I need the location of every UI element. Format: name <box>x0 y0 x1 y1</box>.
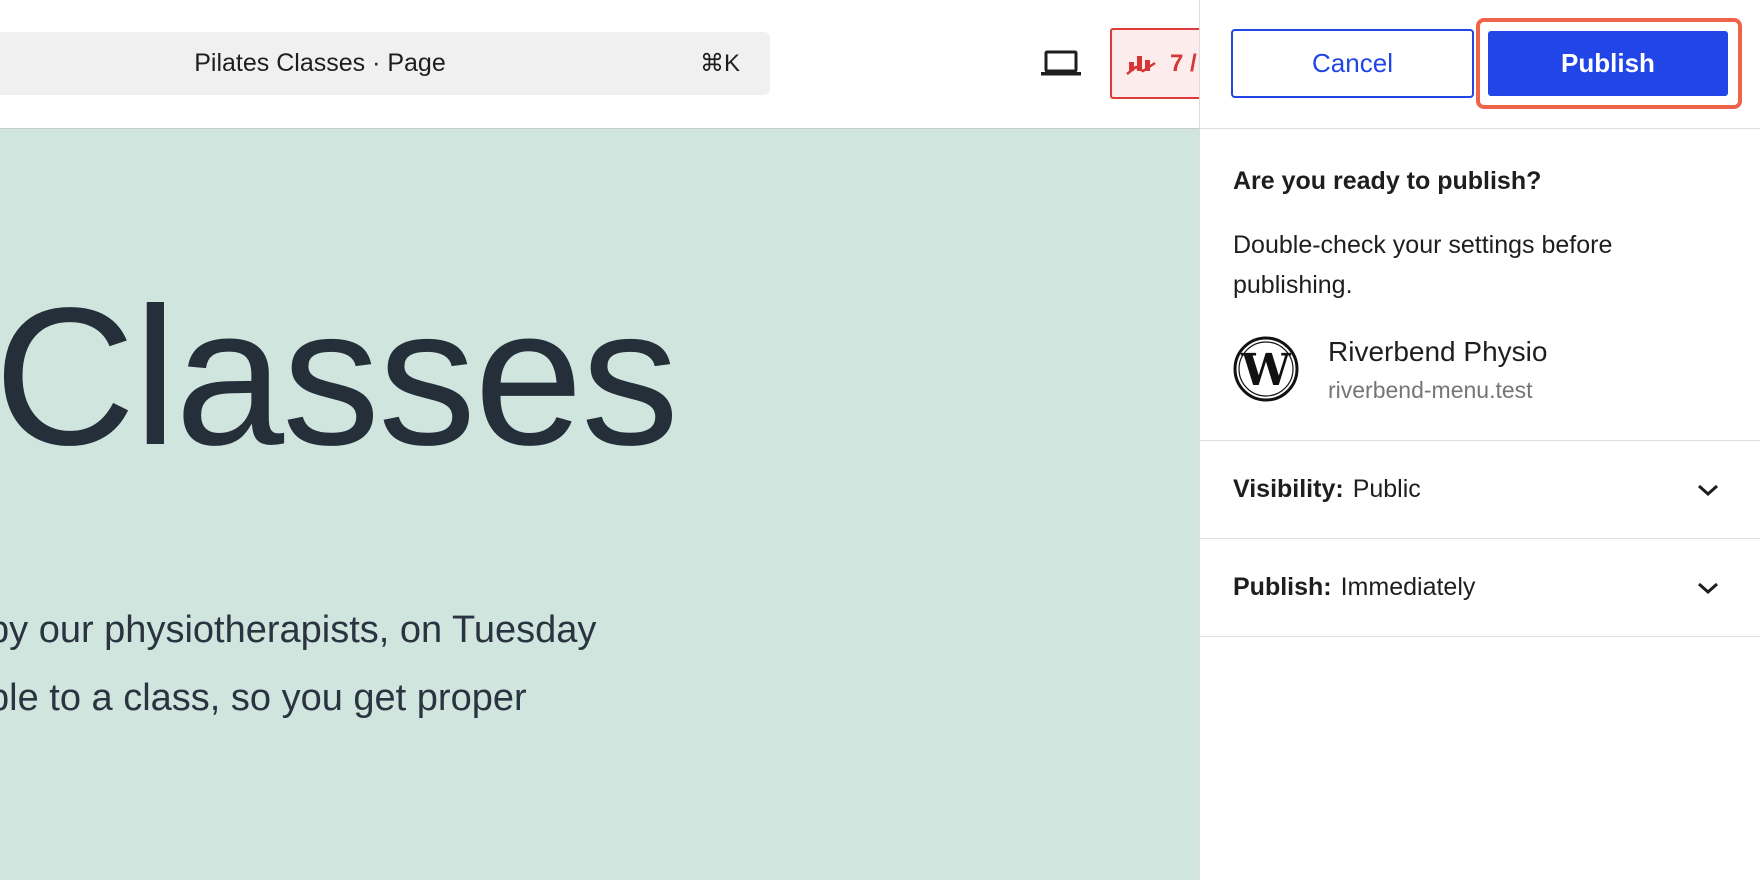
editor-top-bar: Pilates Classes · Page ⌘K 7 / <box>0 0 1210 129</box>
document-title: Pilates Classes · Page <box>194 49 446 77</box>
publish-button[interactable]: Publish <box>1488 31 1728 96</box>
cancel-button[interactable]: Cancel <box>1231 29 1474 98</box>
visibility-setting[interactable]: Visibility: Public <box>1200 441 1760 539</box>
visibility-text: Visibility: Public <box>1233 441 1421 538</box>
ready-description: Double-check your settings before publis… <box>1233 231 1613 299</box>
audit-count: 7 / <box>1170 49 1197 77</box>
visibility-value: Public <box>1352 475 1421 503</box>
site-url: riverbend-menu.test <box>1328 377 1533 403</box>
prepublish-checklist: Are you ready to publish? Double-check y… <box>1200 129 1760 441</box>
paragraph-line[interactable]: by our physiotherapists, on Tuesday <box>0 609 596 652</box>
laptop-icon <box>1041 50 1081 76</box>
svg-text:W: W <box>1240 345 1291 396</box>
publish-date-value: Immediately <box>1340 573 1476 601</box>
command-palette-bar[interactable]: Pilates Classes · Page ⌘K <box>0 32 770 95</box>
visibility-label: Visibility: <box>1233 475 1344 503</box>
command-shortcut: ⌘K <box>699 50 740 77</box>
device-preview-button[interactable] <box>1036 44 1086 84</box>
publish-date-setting[interactable]: Publish: Immediately <box>1200 539 1760 637</box>
site-card: W Riverbend Physio riverbend-menu.test <box>1233 336 1713 406</box>
chart-alert-icon <box>1126 55 1156 75</box>
chevron-down-icon[interactable] <box>1695 575 1721 601</box>
accessibility-audit-button[interactable]: 7 / <box>1110 28 1210 99</box>
publish-panel-header: Cancel Publish <box>1200 0 1760 129</box>
ready-title: Are you ready to publish? <box>1233 167 1542 195</box>
paragraph-line[interactable]: ble to a class, so you get proper <box>0 677 527 720</box>
page-heading[interactable]: Classes <box>0 279 679 475</box>
editor-app: Pilates Classes · Page ⌘K 7 / Classes by… <box>0 0 1760 880</box>
wordpress-logo-icon: W <box>1233 336 1299 402</box>
editor-canvas[interactable]: Classes by our physiotherapists, on Tues… <box>0 129 1199 880</box>
site-name: Riverbend Physio <box>1328 336 1548 367</box>
publish-panel: Cancel Publish Are you ready to publish?… <box>1199 0 1760 880</box>
chevron-down-icon[interactable] <box>1695 477 1721 503</box>
publish-date-label: Publish: <box>1233 573 1332 601</box>
publish-date-text: Publish: Immediately <box>1233 539 1475 636</box>
